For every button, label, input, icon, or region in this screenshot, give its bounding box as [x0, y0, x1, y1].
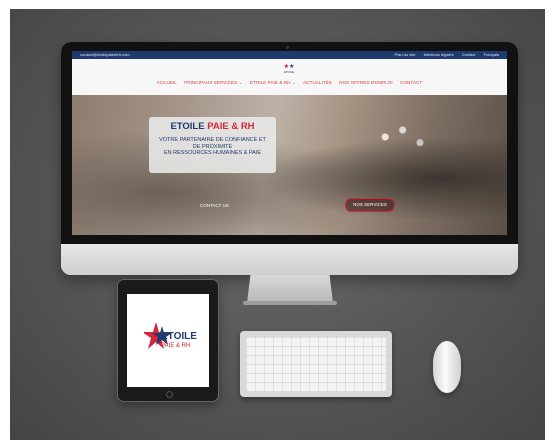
topbar-link-sitemap[interactable]: Plan du site — [395, 52, 416, 57]
hero-title: ETOILE PAIE & RH — [149, 121, 276, 132]
contact-us-button[interactable]: CONTACT US — [200, 203, 229, 208]
ipad-screen: ETOILE PAIE & RH — [127, 294, 209, 387]
website-header: ★★ ETOILE ACCUEIL PRINCIPAUX SERVICES ⌄ … — [72, 59, 507, 95]
topbar-link-contact[interactable]: Contact — [462, 52, 476, 57]
keyboard-keys — [246, 337, 386, 391]
keyboard — [240, 331, 392, 397]
camera-icon — [286, 46, 289, 49]
site-logo-text: ETOILE — [283, 70, 295, 74]
hero-title-main: ETOILE — [170, 121, 205, 132]
ipad-logo-text: ETOILE — [161, 331, 197, 342]
nav-item-contact[interactable]: CONTACT — [400, 80, 422, 85]
hero-subtitle: VOTRE PARTENAIRE DE CONFIANCE ET DE PROX… — [151, 137, 274, 157]
main-nav: ACCUEIL PRINCIPAUX SERVICES ⌄ ETOILE PAI… — [72, 80, 507, 86]
ipad-device: ETOILE PAIE & RH — [117, 279, 219, 402]
ipad-logo-subtext: PAIE & RH — [161, 343, 191, 349]
hero-subtitle-line-1: VOTRE PARTENAIRE DE CONFIANCE ET — [159, 137, 266, 143]
imac-stand — [247, 275, 333, 303]
apple-logo-icon — [278, 248, 298, 268]
website-screen: contact@etoilepaieetrh.com Plan du site … — [72, 51, 507, 235]
website-topbar: contact@etoilepaieetrh.com Plan du site … — [72, 51, 507, 59]
imac-stand-base — [243, 301, 337, 305]
topbar-link-legal[interactable]: Mentions légales — [424, 52, 454, 57]
hero-subtitle-line-3: EN RESSOURCES HUMAINES & PAIE — [163, 150, 262, 156]
nav-item-actualites[interactable]: ACTUALITÉS — [303, 80, 332, 85]
nav-item-etoile[interactable]: ETOILE PAIE & RH ⌄ — [250, 80, 296, 85]
nav-item-emploi[interactable]: NOS OFFRES D'EMPLOI — [339, 80, 393, 85]
topbar-email[interactable]: contact@etoilepaieetrh.com — [80, 51, 130, 59]
topbar-links: Plan du site Mentions légales Contact Fr… — [388, 51, 499, 59]
desk-scene: contact@etoilepaieetrh.com Plan du site … — [10, 9, 545, 440]
nav-item-accueil[interactable]: ACCUEIL — [157, 80, 177, 85]
nav-item-services[interactable]: PRINCIPAUX SERVICES ⌄ — [184, 80, 242, 85]
magic-mouse — [433, 341, 461, 393]
site-logo[interactable]: ★★ ETOILE — [281, 63, 297, 74]
hero-title-accent: PAIE & RH — [207, 121, 255, 132]
home-button-icon — [166, 391, 173, 398]
hero-card: ETOILE PAIE & RH VOTRE PARTENAIRE DE CON… — [149, 117, 276, 173]
topbar-link-language[interactable]: Français — [484, 52, 499, 57]
hero-banner: ETOILE PAIE & RH VOTRE PARTENAIRE DE CON… — [72, 95, 507, 235]
services-button[interactable]: NOS SERVICES — [345, 198, 395, 212]
